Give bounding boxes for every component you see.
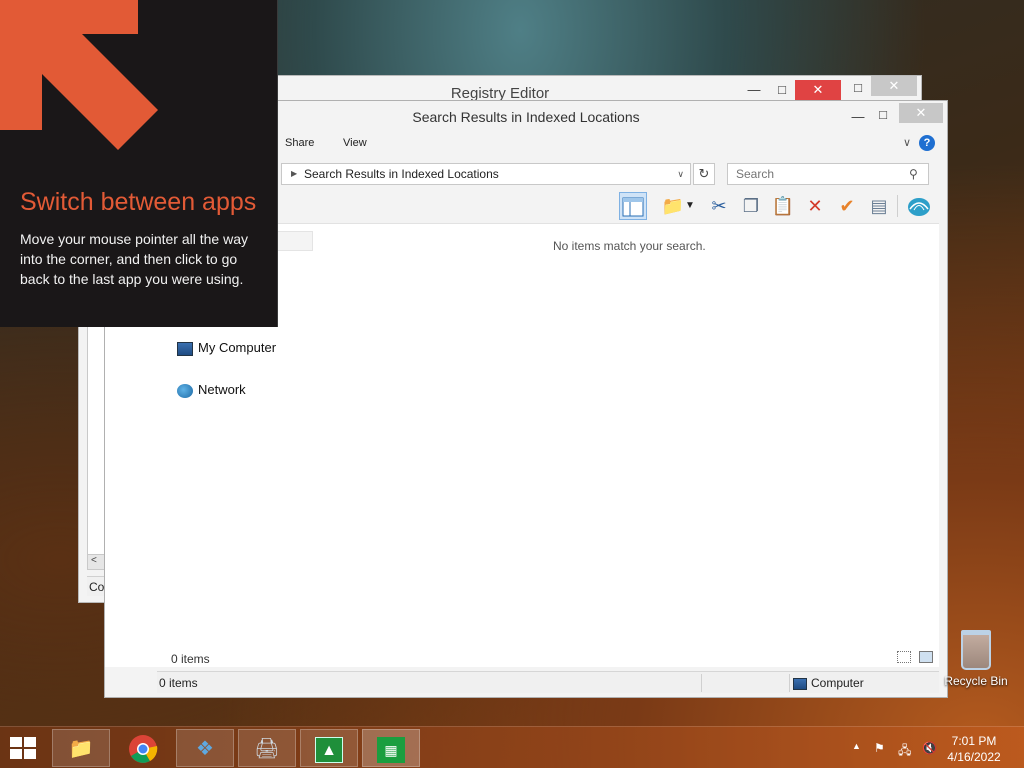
tab-view[interactable]: View bbox=[343, 137, 367, 149]
properties-icon[interactable]: ▤ bbox=[865, 192, 893, 220]
registry-editor-icon: ❖ bbox=[196, 738, 214, 760]
chrome-icon bbox=[129, 735, 158, 763]
status-zone: Computer bbox=[793, 672, 864, 694]
windows-logo-pane bbox=[10, 749, 22, 759]
minimize-button[interactable]: — bbox=[849, 107, 867, 127]
taskbar-file-explorer[interactable]: 📁 bbox=[52, 729, 110, 767]
task-manager-icon: ▲ bbox=[315, 737, 343, 763]
close-button[interactable]: ✕ bbox=[795, 80, 841, 100]
start-button[interactable] bbox=[10, 737, 38, 761]
nav-item-network[interactable]: Network bbox=[177, 382, 246, 398]
chevron-down-icon[interactable]: ▼ bbox=[683, 192, 697, 220]
nav-item-my-computer[interactable]: My Computer bbox=[177, 340, 276, 356]
performance-monitor-icon: 🖨 bbox=[254, 738, 280, 760]
volume-muted-icon[interactable]: 🔇 bbox=[922, 741, 937, 755]
recycle-bin-icon bbox=[961, 630, 991, 670]
items-count: 0 items bbox=[171, 652, 210, 666]
maximize-button[interactable]: □ bbox=[873, 105, 893, 125]
large-icons-view-icon[interactable] bbox=[919, 651, 933, 663]
computer-icon bbox=[177, 341, 193, 356]
taskbar: 📁 ❖ 🖨 ▲ ▦ ▲ ⚑ 🖧 🔇 7:01 PM 4/16/2022 bbox=[0, 726, 1024, 768]
copy-icon[interactable]: ❐ bbox=[737, 192, 765, 220]
taskbar-chrome[interactable] bbox=[114, 729, 172, 767]
arrow-up-left-icon bbox=[0, 0, 158, 150]
empty-results-message: No items match your search. bbox=[553, 239, 706, 253]
chevron-down-icon[interactable]: ∨ bbox=[903, 136, 911, 149]
status-items: 0 items bbox=[159, 676, 198, 690]
clock-time: 7:01 PM bbox=[951, 734, 997, 748]
toolbar-divider bbox=[897, 195, 898, 217]
file-explorer-icon: 📁 bbox=[68, 738, 94, 760]
computer-icon bbox=[793, 677, 807, 690]
status-divider bbox=[789, 674, 790, 692]
refresh-button[interactable]: ↻ bbox=[693, 163, 715, 185]
taskbar-task-manager[interactable]: ▲ bbox=[300, 729, 358, 767]
delete-icon[interactable]: ✕ bbox=[801, 192, 829, 220]
tip-title: Switch between apps bbox=[20, 188, 257, 216]
windows-logo-pane bbox=[24, 749, 36, 759]
windows-logo-icon bbox=[10, 737, 22, 747]
store-icon: ▦ bbox=[377, 737, 405, 763]
details-view-icon[interactable] bbox=[897, 651, 911, 663]
action-center-flag-icon[interactable]: ⚑ bbox=[874, 741, 885, 755]
paste-icon[interactable]: 📋 bbox=[769, 192, 797, 220]
help-button[interactable]: ? bbox=[919, 135, 935, 151]
address-text: Search Results in Indexed Locations bbox=[304, 167, 499, 181]
maximize-button[interactable]: □ bbox=[771, 80, 793, 100]
toolbar: 📁 ▼ ✂ ❐ 📋 ✕ ✔ ▤ bbox=[265, 189, 941, 223]
status-bar: 0 items Computer bbox=[157, 671, 939, 693]
taskbar-registry-editor[interactable]: ❖ bbox=[176, 729, 234, 767]
clock-date: 4/16/2022 bbox=[947, 750, 1001, 764]
show-hidden-icons[interactable]: ▲ bbox=[852, 741, 861, 751]
shell-icon[interactable] bbox=[905, 192, 933, 220]
checkmark-icon[interactable]: ✔ bbox=[833, 192, 861, 220]
search-icon: ⚲ bbox=[909, 167, 918, 181]
tab-share[interactable]: Share bbox=[285, 137, 314, 149]
restore-button[interactable]: □ bbox=[847, 78, 869, 98]
cut-icon[interactable]: ✂ bbox=[705, 192, 733, 220]
taskbar-store[interactable]: ▦ bbox=[362, 729, 420, 767]
close-button[interactable]: ✕ bbox=[899, 103, 943, 123]
windows-logo-pane bbox=[24, 737, 36, 747]
scroll-left-icon[interactable]: < bbox=[91, 555, 97, 566]
recycle-bin[interactable]: Recycle Bin bbox=[944, 630, 1008, 688]
network-tray-icon[interactable]: 🖧 bbox=[898, 741, 911, 762]
recycle-bin-label: Recycle Bin bbox=[944, 674, 1008, 688]
clock[interactable]: 7:01 PM 4/16/2022 bbox=[942, 733, 1006, 765]
switch-apps-tip: Switch between apps Move your mouse poin… bbox=[0, 0, 278, 327]
address-bar[interactable]: ▶ Search Results in Indexed Locations ∨ bbox=[281, 163, 691, 185]
taskbar-performance-monitor[interactable]: 🖨 bbox=[238, 729, 296, 767]
search-input[interactable] bbox=[727, 163, 929, 185]
network-icon bbox=[177, 383, 193, 398]
breadcrumb-arrow-icon[interactable]: ▶ bbox=[291, 164, 297, 184]
minimize-button[interactable]: — bbox=[743, 80, 765, 100]
preview-pane-button[interactable] bbox=[619, 192, 647, 220]
tip-body: Move your mouse pointer all the way into… bbox=[20, 231, 248, 287]
chevron-down-icon[interactable]: ∨ bbox=[677, 164, 684, 184]
status-divider bbox=[701, 674, 702, 692]
close-button-secondary[interactable]: ✕ bbox=[871, 76, 917, 96]
